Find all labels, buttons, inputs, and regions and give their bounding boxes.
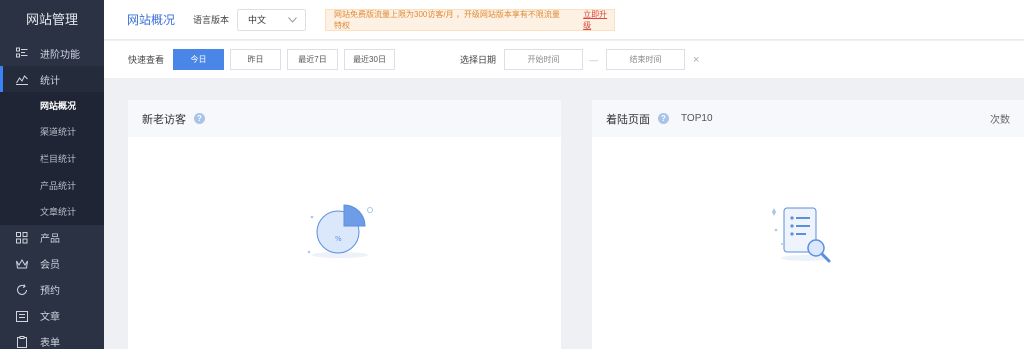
help-icon[interactable]: ? bbox=[194, 113, 205, 124]
notice-text: 网站免费版流量上限为300访客/月 ，开级网站版本享有不限流量特权 bbox=[334, 9, 560, 30]
sidebar: 网站管理 进阶功能 统计 网站概况 渠道统计 栏目统计 产品统计 文章统计 产品… bbox=[0, 0, 104, 349]
sidebar-item-label: 表单 bbox=[40, 338, 60, 349]
sidebar-item-label: 统计 bbox=[40, 75, 60, 87]
sidebar-brand: 网站管理 bbox=[0, 0, 104, 40]
end-date-input[interactable]: 结束时间 bbox=[606, 49, 686, 70]
language-select[interactable]: 中文 bbox=[237, 8, 307, 31]
sidebar-subitem-overview[interactable]: 网站概况 bbox=[0, 92, 104, 119]
calendar-icon bbox=[16, 310, 28, 322]
visitors-panel-header: 新老访客 ? bbox=[128, 100, 561, 137]
visitors-panel: 新老访客 ? % bbox=[128, 100, 561, 349]
sidebar-item-booking[interactable]: 预约 bbox=[0, 277, 104, 303]
list-icon bbox=[16, 47, 28, 59]
sidebar-subitem-channel[interactable]: 渠道统计 bbox=[0, 118, 104, 146]
upgrade-notice: 网站免费版流量上限为300访客/月 ，开级网站版本享有不限流量特权 立即升级 bbox=[325, 8, 616, 31]
chevron-down-icon bbox=[288, 15, 297, 25]
page-title: 网站概况 bbox=[127, 13, 176, 27]
help-icon[interactable]: ? bbox=[658, 113, 669, 124]
landing-pages-panel: 着陆页面 ? TOP10 次数 bbox=[592, 100, 1024, 349]
refresh-icon bbox=[16, 284, 28, 296]
date-select-label: 选择日期 bbox=[460, 55, 497, 65]
sidebar-item-advanced[interactable]: 进阶功能 bbox=[0, 40, 104, 66]
sidebar-item-label: 产品 bbox=[40, 234, 60, 246]
sidebar-item-members[interactable]: 会员 bbox=[0, 251, 104, 277]
sidebar-item-products[interactable]: 产品 bbox=[0, 225, 104, 251]
start-date-input[interactable]: 开始时间 bbox=[504, 49, 584, 70]
quick-30days-button[interactable]: 最近30日 bbox=[344, 49, 396, 70]
sidebar-item-label: 进阶功能 bbox=[40, 49, 80, 61]
top10-label: TOP10 bbox=[681, 113, 713, 124]
language-value: 中文 bbox=[248, 15, 267, 25]
visitors-panel-title: 新老访客 bbox=[142, 113, 186, 126]
empty-pie-chart-icon: % bbox=[304, 202, 384, 267]
empty-document-search-icon bbox=[770, 200, 840, 273]
top-bar: 网站概况 语言版本 中文 网站免费版流量上限为300访客/月 ，开级网站版本享有… bbox=[104, 0, 1024, 40]
sidebar-item-statistics[interactable]: 统计 bbox=[0, 66, 104, 92]
date-range-separator: — bbox=[589, 54, 599, 65]
sidebar-subitem-product[interactable]: 产品统计 bbox=[0, 171, 104, 199]
sidebar-item-label: 会员 bbox=[40, 260, 60, 272]
quick-view-label: 快速查看 bbox=[128, 55, 165, 65]
filter-bar: 快速查看 今日 昨日 最近7日 最近30日 选择日期 开始时间 — 结束时间 × bbox=[104, 41, 1024, 78]
sidebar-item-label: 预约 bbox=[40, 286, 60, 298]
sidebar-subitem-column[interactable]: 栏目统计 bbox=[0, 145, 104, 172]
landing-pages-panel-title: 着陆页面 bbox=[606, 113, 650, 126]
chart-line-icon bbox=[16, 73, 28, 85]
count-column-label: 次数 bbox=[990, 115, 1010, 126]
grid-icon bbox=[16, 231, 28, 244]
clipboard-icon bbox=[16, 335, 28, 348]
quick-today-button[interactable]: 今日 bbox=[173, 49, 225, 70]
pie-percent-label: % bbox=[335, 235, 342, 243]
clear-date-icon[interactable]: × bbox=[693, 54, 699, 66]
crown-icon bbox=[16, 258, 28, 270]
sidebar-item-articles[interactable]: 文章 bbox=[0, 303, 104, 329]
sidebar-item-forms[interactable]: 表单 bbox=[0, 329, 104, 349]
landing-pages-panel-header: 着陆页面 ? TOP10 次数 bbox=[592, 100, 1024, 137]
sidebar-subitem-article[interactable]: 文章统计 bbox=[0, 198, 104, 225]
language-label: 语言版本 bbox=[193, 15, 230, 25]
upgrade-link[interactable]: 立即升级 bbox=[583, 9, 614, 31]
quick-yesterday-button[interactable]: 昨日 bbox=[230, 49, 282, 70]
quick-7days-button[interactable]: 最近7日 bbox=[287, 49, 339, 70]
sidebar-item-label: 文章 bbox=[40, 312, 60, 324]
